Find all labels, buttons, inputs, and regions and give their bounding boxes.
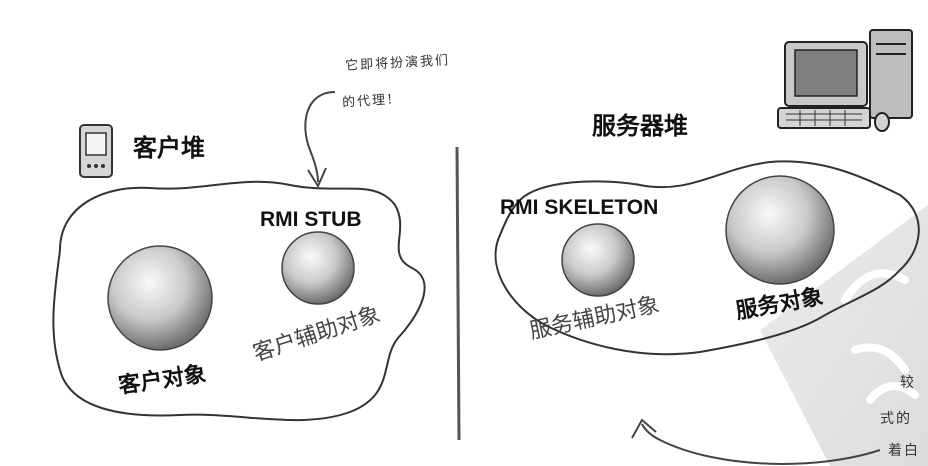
computer-icon (777, 29, 913, 132)
corner-note-line-1: 较 (900, 375, 916, 391)
annotation-arrow (304, 91, 336, 183)
corner-note-line-2: 式的 (880, 411, 912, 427)
pda-icon (79, 124, 113, 178)
annotation-line-2: 的代理! (341, 92, 395, 111)
rmi-stub-label: RMI STUB (260, 208, 362, 231)
client-heap-title: 客户堆 (133, 134, 205, 162)
heap-divider (455, 146, 461, 441)
corner-note-line-3: 着白 (888, 443, 920, 459)
server-helper-sphere (561, 223, 635, 297)
server-heap-title: 服务器堆 (592, 112, 688, 140)
rmi-skeleton-label: RMI SKELETON (500, 196, 659, 219)
client-object-sphere (107, 245, 213, 351)
service-object-sphere (725, 175, 835, 285)
client-helper-sphere (281, 231, 355, 305)
rmi-diagram: 它即将扮演我们 的代理! 客户堆 服务器堆 RMI STUB RMI SKELE… (0, 0, 928, 466)
